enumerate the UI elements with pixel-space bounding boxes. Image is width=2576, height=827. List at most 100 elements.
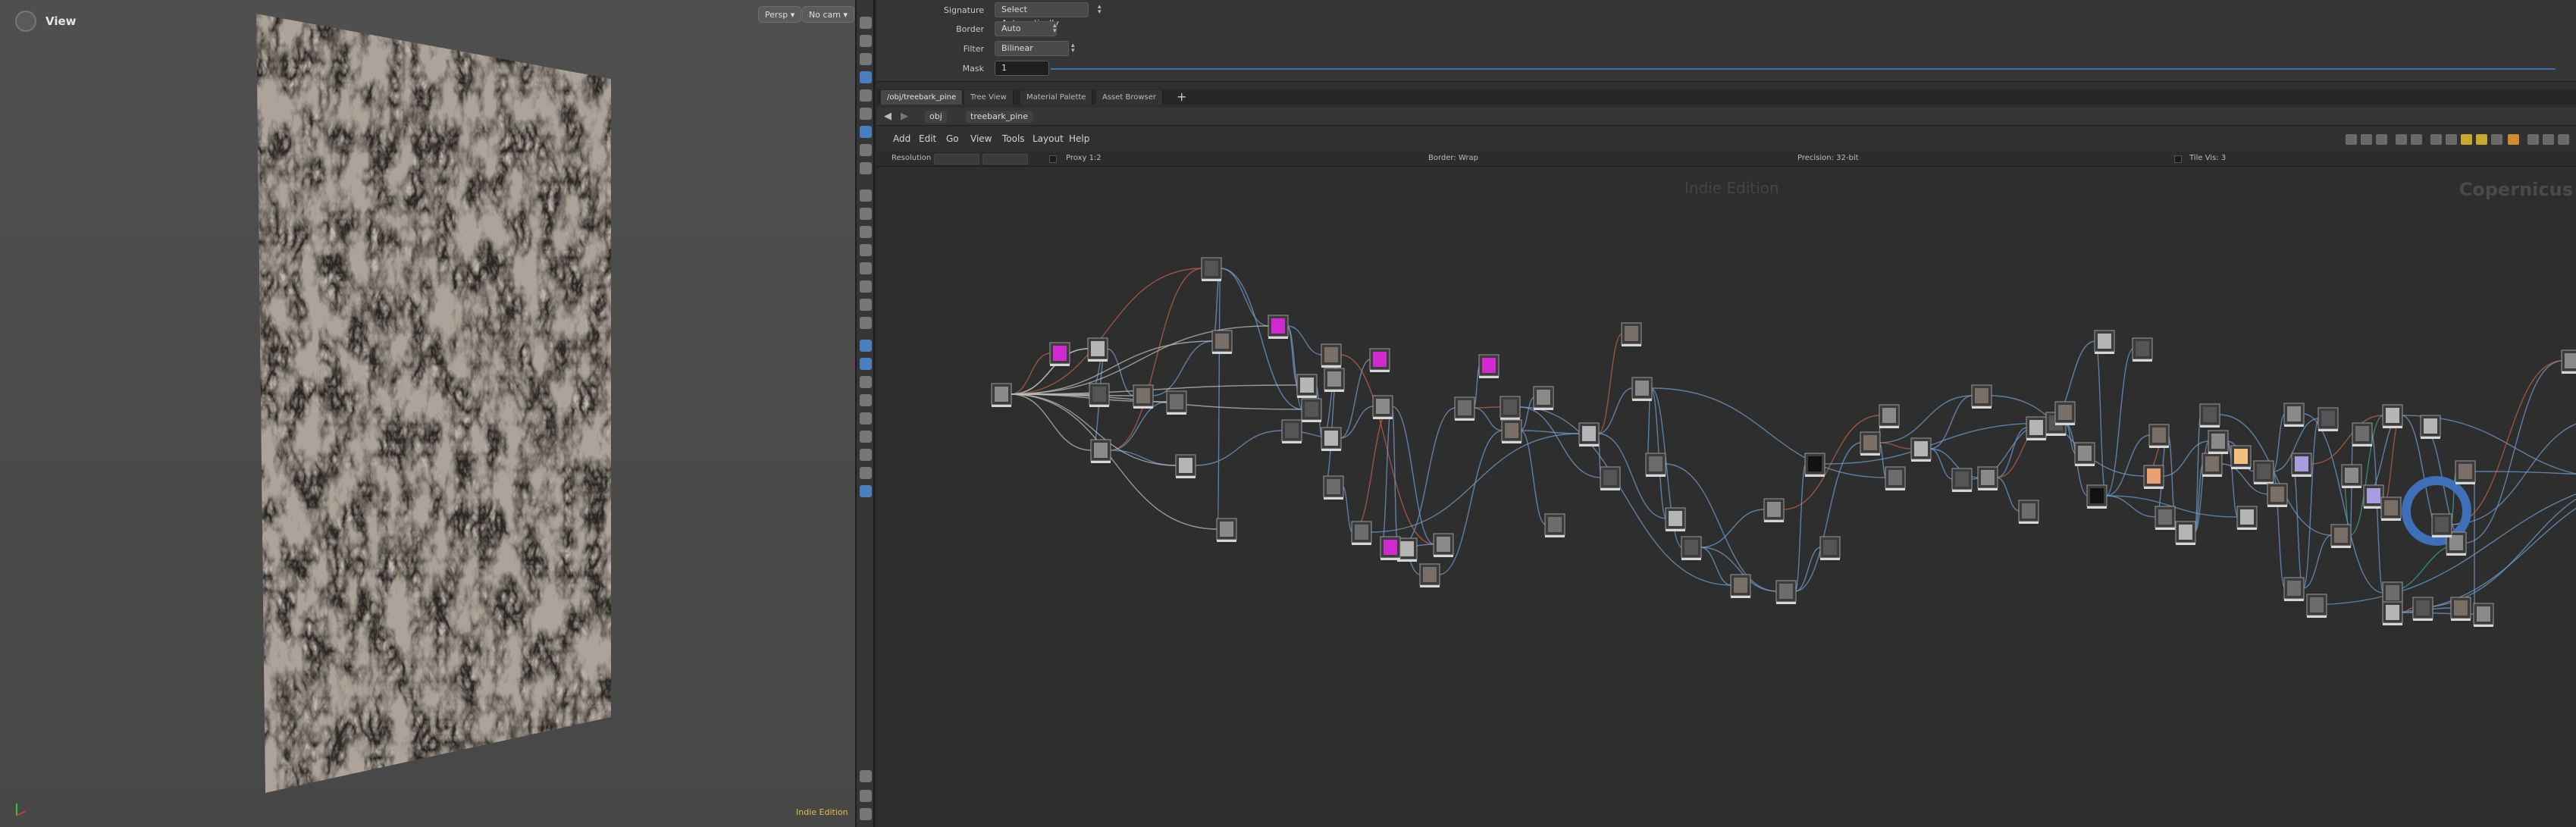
network-node[interactable] (1419, 563, 1440, 587)
pen-icon[interactable] (860, 208, 872, 220)
network-node[interactable] (2026, 416, 2047, 440)
network-box-icon[interactable] (2446, 134, 2457, 145)
filter-arrows-icon[interactable]: ▴ ▾ (1071, 42, 1077, 55)
network-node[interactable] (1268, 315, 1289, 339)
network-node[interactable] (2202, 453, 2223, 477)
scene-viewport[interactable]: View Persp ▾ No cam ▾ Indie Edition (0, 0, 857, 827)
network-node[interactable] (2253, 460, 2274, 484)
select-icon[interactable] (860, 340, 872, 352)
node-graph[interactable] (876, 168, 2576, 827)
network-node[interactable] (1819, 536, 1841, 560)
network-node[interactable] (2330, 524, 2352, 548)
display-options-icon[interactable] (860, 17, 872, 29)
network-node[interactable] (2420, 415, 2441, 439)
display-icon[interactable] (2558, 134, 2569, 145)
network-node[interactable] (991, 383, 1012, 407)
tab-network[interactable]: /obj/treebark_pine (881, 90, 964, 105)
highlight-icon[interactable] (860, 358, 872, 370)
snapshot-icon[interactable] (860, 53, 872, 65)
menu-add[interactable]: Add (893, 133, 910, 144)
breadcrumb-treebark[interactable]: treebark_pine (966, 111, 1033, 123)
network-node[interactable] (1454, 396, 1475, 421)
network-node[interactable] (1175, 454, 1196, 478)
network-node[interactable] (2291, 453, 2312, 477)
ghost-icon[interactable] (860, 108, 872, 120)
network-node[interactable] (2380, 497, 2402, 521)
mask-slider[interactable] (1051, 68, 2556, 70)
network-node[interactable] (2561, 349, 2576, 374)
menu-tools[interactable]: Tools (1002, 133, 1025, 144)
network-node[interactable] (1133, 384, 1154, 409)
tab-tree-view[interactable]: Tree View (964, 90, 1014, 105)
network-node[interactable] (2132, 337, 2153, 362)
render-region-icon[interactable] (860, 394, 872, 406)
network-node[interactable] (2054, 401, 2076, 425)
network-node[interactable] (2317, 407, 2339, 431)
table-icon[interactable] (2411, 134, 2422, 145)
proxy-checkbox[interactable] (1049, 155, 1057, 163)
ortho-icon[interactable] (860, 431, 872, 443)
mask-field[interactable]: 1 (995, 61, 1049, 76)
menu-go[interactable]: Go (946, 133, 959, 144)
network-node[interactable] (2148, 424, 2170, 448)
brush-icon[interactable] (860, 226, 872, 238)
menu-layout[interactable]: Layout (1033, 133, 1064, 144)
vector-icon[interactable] (860, 376, 872, 388)
signature-arrows-icon[interactable]: ▴ ▾ (1098, 4, 1104, 16)
bookmark-icon[interactable] (2476, 134, 2487, 145)
network-node[interactable] (1631, 377, 1653, 401)
persp-menu-button[interactable]: Persp ▾ (758, 6, 802, 23)
resolution-y-field[interactable] (982, 154, 1028, 164)
network-node[interactable] (2412, 597, 2433, 621)
network-node[interactable] (1380, 536, 1401, 560)
network-node[interactable] (1665, 507, 1686, 531)
network-node[interactable] (2155, 506, 2176, 530)
tree-icon[interactable] (2361, 134, 2372, 145)
network-node[interactable] (1681, 536, 1702, 560)
network-node[interactable] (2074, 442, 2095, 466)
network-node[interactable] (1369, 348, 1390, 372)
network-node[interactable] (1600, 466, 1621, 490)
grid-view-icon[interactable] (2396, 134, 2407, 145)
network-node[interactable] (1089, 383, 1110, 407)
wrench-icon[interactable] (2346, 134, 2357, 145)
network-node[interactable] (2352, 422, 2373, 446)
network-node[interactable] (2382, 601, 2403, 625)
network-node[interactable] (1166, 390, 1187, 415)
network-node[interactable] (1321, 343, 1342, 368)
tab-material-palette[interactable]: Material Palette (1020, 90, 1093, 105)
network-node[interactable] (1910, 437, 1932, 462)
network-node[interactable] (2208, 430, 2229, 454)
network-node[interactable] (1500, 396, 1521, 420)
network-node[interactable] (1763, 498, 1785, 522)
border-select[interactable]: Auto (995, 21, 1057, 36)
overlay-icon[interactable] (860, 467, 872, 479)
magnifier-icon[interactable] (2527, 134, 2539, 145)
points-icon[interactable] (860, 162, 872, 174)
network-node[interactable] (1321, 427, 1342, 451)
info-icon[interactable] (860, 770, 872, 782)
viewport-menu-icon[interactable] (15, 11, 36, 32)
network-node[interactable] (2431, 513, 2452, 537)
network-node[interactable] (2306, 594, 2327, 618)
network-node[interactable] (1211, 330, 1233, 354)
tile-vis-checkbox[interactable] (2174, 155, 2182, 163)
network-node[interactable] (2199, 403, 2220, 428)
network-editor[interactable]: Indie Edition Copernicus (876, 168, 2576, 827)
flipbook-icon[interactable] (860, 449, 872, 461)
network-node[interactable] (2283, 403, 2305, 427)
network-node[interactable] (1087, 337, 1108, 362)
menu-help[interactable]: Help (1069, 133, 1089, 144)
network-node[interactable] (1049, 342, 1070, 366)
light-icon[interactable] (860, 89, 872, 102)
network-node[interactable] (2473, 603, 2494, 627)
camera-icon[interactable] (860, 71, 872, 83)
network-node[interactable] (2267, 483, 2288, 507)
camera-menu-button[interactable]: No cam ▾ (802, 6, 854, 23)
network-node[interactable] (1730, 574, 1751, 598)
network-node[interactable] (1433, 533, 1454, 557)
filter-select[interactable]: Bilinear (995, 41, 1069, 56)
network-node[interactable] (1621, 322, 1642, 346)
snap-icon[interactable] (860, 262, 872, 274)
arrow-right-icon[interactable]: ▶ (901, 111, 908, 122)
